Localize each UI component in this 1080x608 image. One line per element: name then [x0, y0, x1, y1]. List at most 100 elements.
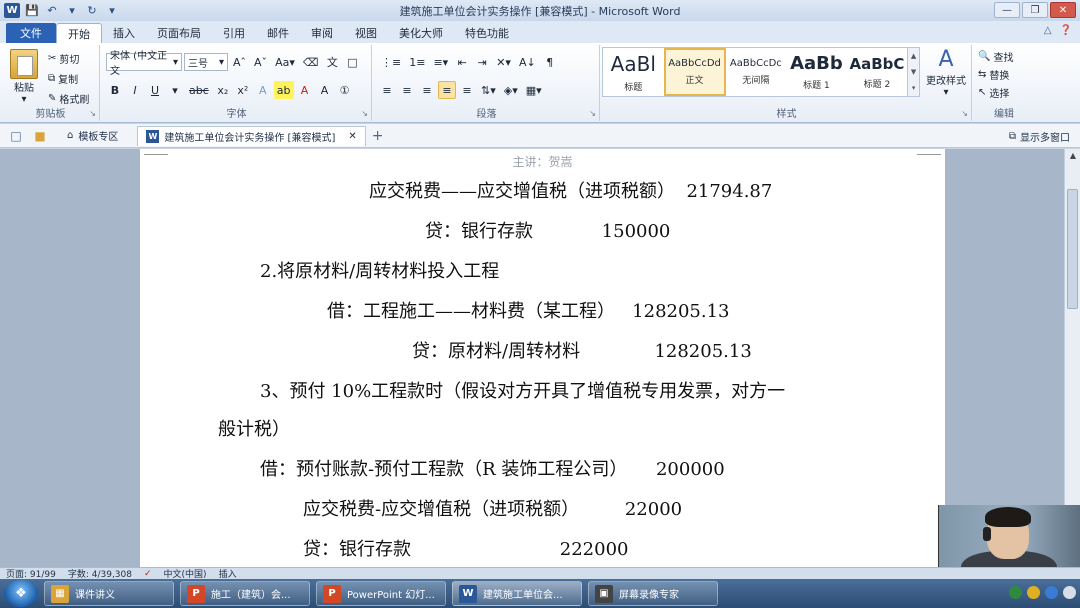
font-size-select[interactable]: 三号 ▾	[184, 53, 228, 71]
dialog-launcher-icon[interactable]: ↘	[589, 109, 596, 118]
tab-features[interactable]: 特色功能	[454, 23, 520, 43]
tab-active-document[interactable]: W 建筑施工单位会计实务操作 [兼容模式] ✕	[137, 125, 366, 146]
bold-icon[interactable]: B	[106, 81, 124, 99]
chinese-layout-icon[interactable]: ✕▾	[493, 53, 514, 71]
character-shading-icon[interactable]: A	[316, 81, 334, 99]
dialog-launcher-icon[interactable]: ↘	[89, 109, 96, 118]
tab-mailings[interactable]: 邮件	[256, 23, 300, 43]
taskbar-item[interactable]: P 施工（建筑）会...	[180, 581, 310, 606]
shield-icon[interactable]	[1009, 586, 1022, 599]
insert-mode[interactable]: 插入	[219, 568, 237, 579]
redo-icon[interactable]: ↻	[84, 3, 100, 18]
tab-templates[interactable]: ⌂ 模板专区	[58, 126, 127, 146]
align-left-icon[interactable]: ≡	[378, 81, 396, 99]
tab-view[interactable]: 视图	[344, 23, 388, 43]
grow-font-icon[interactable]: Aˆ	[230, 53, 249, 71]
document-page[interactable]: 主讲：贺嵩 应交税费——应交增值税（进项税额） 21794.87 贷：银行存款 …	[140, 149, 945, 567]
multilevel-list-icon[interactable]: ≡▾	[430, 53, 451, 71]
shrink-font-icon[interactable]: Aˇ	[251, 53, 270, 71]
start-button[interactable]: ❖	[4, 580, 38, 607]
character-border-icon[interactable]: □	[343, 53, 361, 71]
save-icon[interactable]: 💾	[24, 3, 40, 18]
phonetic-guide-icon[interactable]: 文	[323, 53, 341, 71]
tab-page-layout[interactable]: 页面布局	[146, 23, 212, 43]
taskbar-item[interactable]: W 建筑施工单位会...	[452, 581, 582, 606]
chevron-down-icon[interactable]: ▼	[911, 68, 916, 76]
paste-button[interactable]: 粘贴 ▾	[10, 49, 38, 105]
highlight-icon[interactable]: ab	[273, 81, 294, 99]
dialog-launcher-icon[interactable]: ↘	[361, 109, 368, 118]
style-heading-1[interactable]: AaBb 标题 1	[786, 48, 847, 96]
proofing-icon[interactable]: ✓	[144, 569, 152, 579]
copy-button[interactable]: ⧉ 复制	[48, 69, 89, 87]
tab-references[interactable]: 引用	[212, 23, 256, 43]
multi-window-button[interactable]: ⧉ 显示多窗口	[1009, 129, 1070, 144]
find-button[interactable]: 🔍 查找	[978, 47, 1013, 65]
style-title[interactable]: AaBl 标题	[603, 48, 664, 96]
line-spacing-icon[interactable]: ⇅▾	[478, 81, 499, 99]
tab-insert[interactable]: 插入	[102, 23, 146, 43]
distributed-icon[interactable]: ≡	[458, 81, 476, 99]
volume-icon[interactable]	[1063, 586, 1076, 599]
bullets-icon[interactable]: ⋮≡	[378, 53, 404, 71]
align-right-icon[interactable]: ≡	[418, 81, 436, 99]
close-icon[interactable]: ✕	[1050, 2, 1076, 18]
gallery-scroll[interactable]: ▲ ▼ ▾	[907, 48, 919, 96]
tab-beautify[interactable]: 美化大师	[388, 23, 454, 43]
undo-dropdown-icon[interactable]: ▾	[64, 3, 80, 18]
close-tab-icon[interactable]: ✕	[348, 131, 356, 142]
font-family-select[interactable]: 宋体 (中文正文 ▾	[106, 51, 182, 77]
tray-app-icon[interactable]	[1045, 586, 1058, 599]
tray-app-icon[interactable]	[1027, 586, 1040, 599]
minimize-ribbon-icon[interactable]: △	[1044, 25, 1052, 36]
cut-button[interactable]: ✂ 剪切	[48, 49, 89, 67]
underline-icon[interactable]: U	[146, 81, 164, 99]
tab-review[interactable]: 审阅	[300, 23, 344, 43]
restore-icon[interactable]: ❐	[1022, 2, 1048, 18]
new-doc-icon[interactable]: □	[8, 128, 24, 144]
text-effects-icon[interactable]: A	[254, 81, 272, 99]
taskbar-item[interactable]: ▦ 课件讲义	[44, 581, 174, 606]
new-tab-icon[interactable]: +	[372, 128, 384, 144]
scroll-up-icon[interactable]: ▲	[1065, 151, 1080, 160]
sort-icon[interactable]: A↓	[516, 53, 539, 71]
change-styles-button[interactable]: A 更改样式 ▾	[924, 47, 968, 98]
help-icon[interactable]: ❓	[1060, 25, 1072, 36]
clear-format-icon[interactable]: ⌫	[300, 53, 322, 71]
select-button[interactable]: ↖ 选择	[978, 83, 1013, 101]
italic-icon[interactable]: I	[126, 81, 144, 99]
numbering-icon[interactable]: 1≡	[406, 53, 428, 71]
more-icon[interactable]: ▾	[912, 84, 916, 92]
show-marks-icon[interactable]: ¶	[541, 53, 559, 71]
style-heading-2[interactable]: AaBbC 标题 2	[847, 48, 908, 96]
dialog-launcher-icon[interactable]: ↘	[961, 109, 968, 118]
page-count[interactable]: 页面: 91/99	[6, 568, 56, 579]
customize-qat-icon[interactable]: ▾	[104, 3, 120, 18]
style-normal[interactable]: AaBbCcDd 正文	[663, 48, 726, 96]
style-no-spacing[interactable]: AaBbCcDc 无间隔	[726, 48, 787, 96]
chevron-down-icon[interactable]: ▾	[166, 81, 184, 99]
taskbar-item[interactable]: P PowerPoint 幻灯...	[316, 581, 446, 606]
strikethrough-icon[interactable]: abc	[186, 81, 212, 99]
justify-icon[interactable]: ≡	[438, 81, 456, 99]
replace-button[interactable]: ⇆ 替换	[978, 65, 1013, 83]
open-folder-icon[interactable]: ■	[32, 128, 48, 144]
align-center-icon[interactable]: ≡	[398, 81, 416, 99]
font-color-icon[interactable]: A	[296, 81, 314, 99]
borders-icon[interactable]: ▦▾	[523, 81, 545, 99]
decrease-indent-icon[interactable]: ⇤	[453, 53, 471, 71]
word-logo-icon[interactable]: W	[4, 3, 20, 18]
word-count[interactable]: 字数: 4/39,308	[68, 568, 132, 579]
tab-home[interactable]: 开始	[56, 23, 102, 43]
scroll-thumb[interactable]	[1067, 189, 1078, 309]
increase-indent-icon[interactable]: ⇥	[473, 53, 491, 71]
subscript-icon[interactable]: x₂	[214, 81, 232, 99]
enclose-character-icon[interactable]: ①	[336, 81, 354, 99]
change-case-icon[interactable]: Aa▾	[272, 53, 298, 71]
tab-file[interactable]: 文件	[6, 23, 56, 43]
shading-icon[interactable]: ◈▾	[501, 81, 521, 99]
superscript-icon[interactable]: x²	[234, 81, 252, 99]
language-status[interactable]: 中文(中国)	[164, 568, 207, 579]
undo-icon[interactable]: ↶	[44, 3, 60, 18]
minimize-icon[interactable]: —	[994, 2, 1020, 18]
